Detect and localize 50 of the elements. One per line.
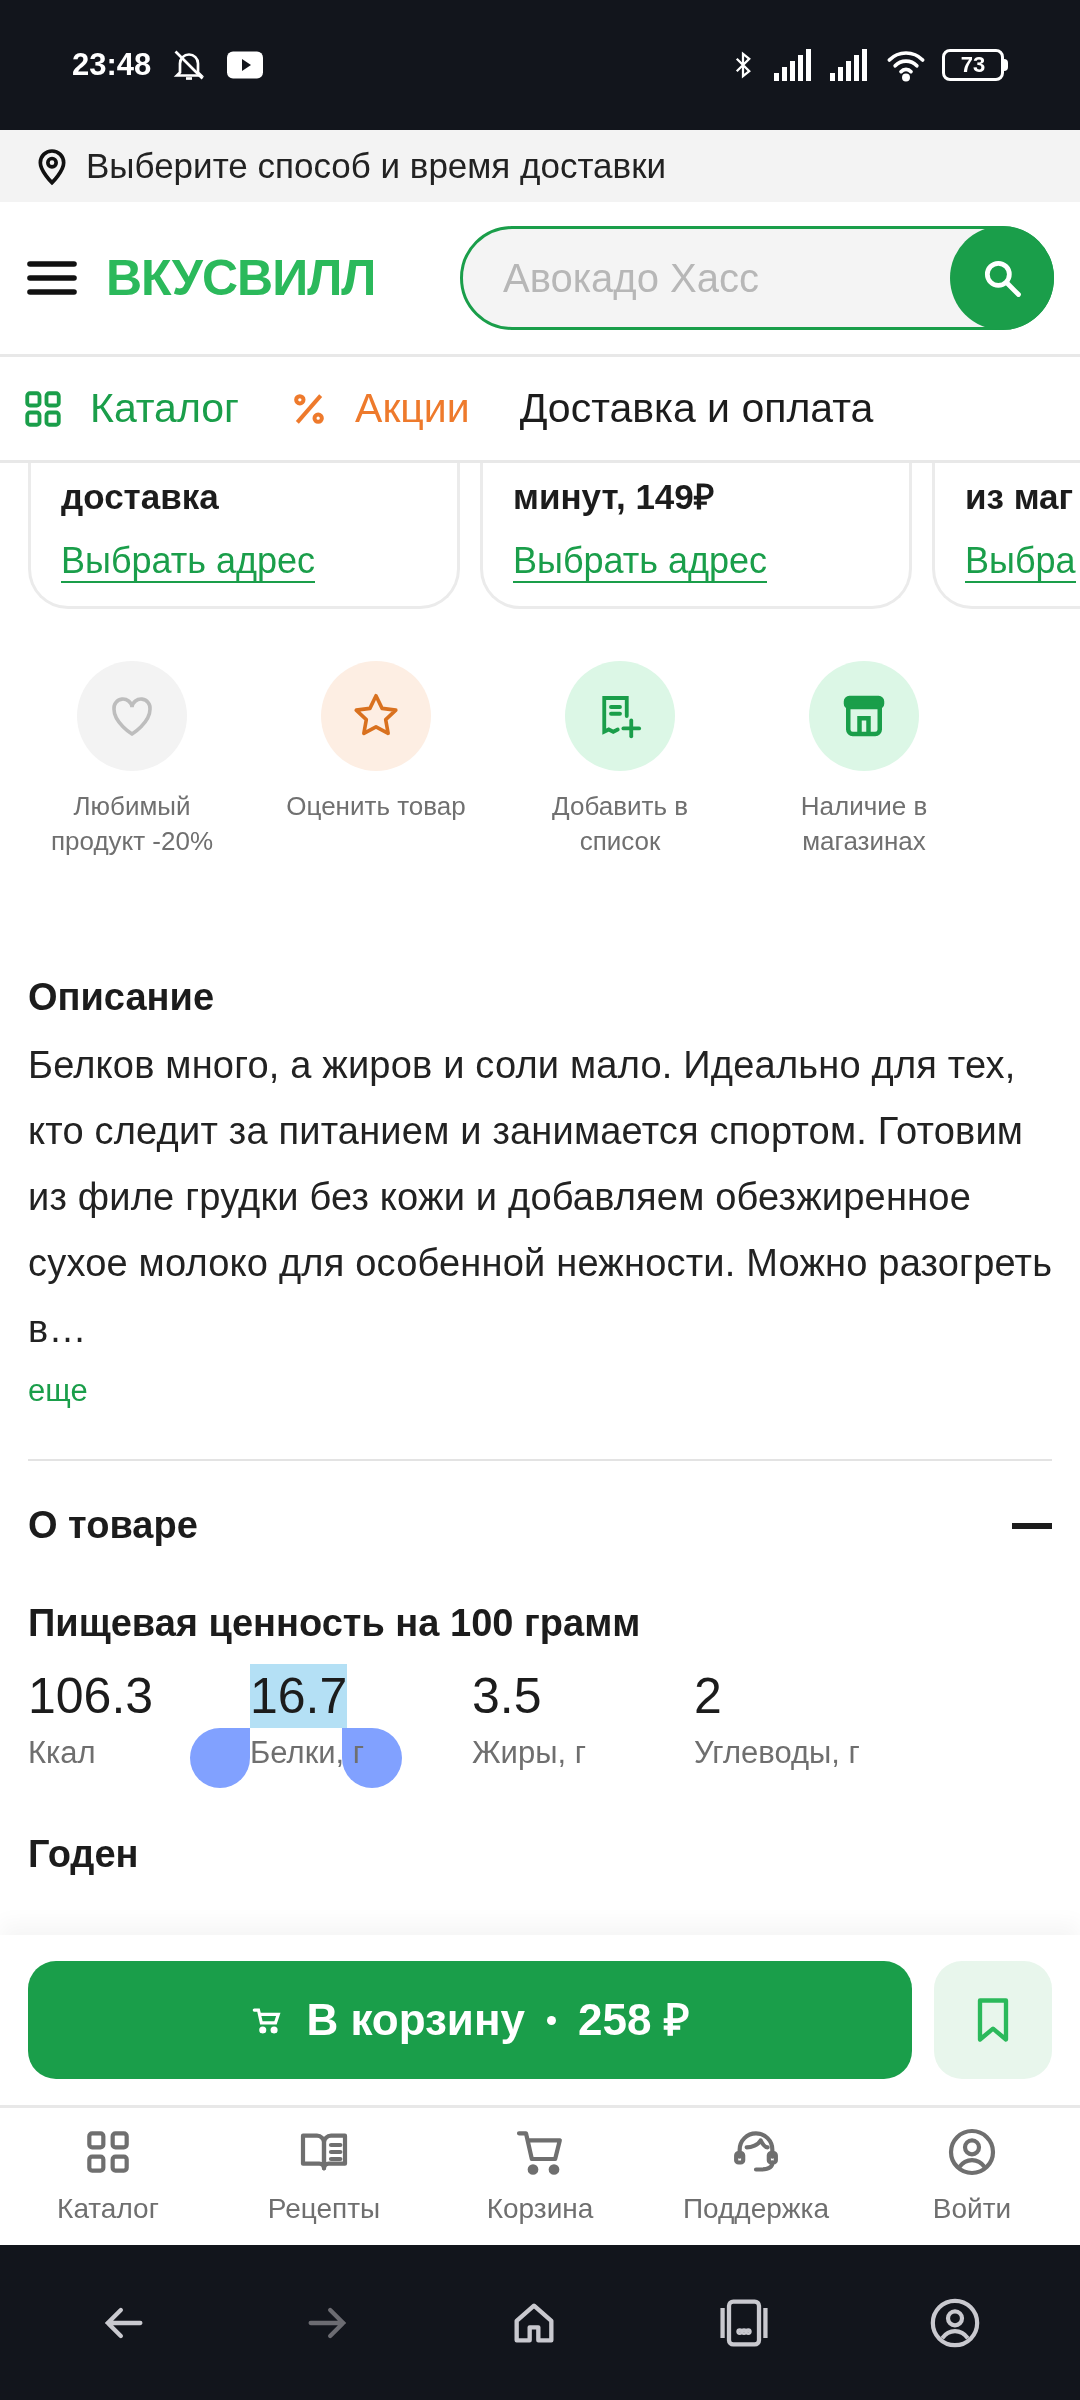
nutrition-label: Белки, г [250,1733,365,1772]
action-button[interactable]: Добавить в список [498,661,742,860]
menu-icon[interactable] [26,258,78,298]
choose-address-link[interactable]: Выбрать адрес [61,539,316,583]
delivery-option-title: минут, 149₽ [513,476,715,518]
nutrition-label: Ккал [28,1733,96,1772]
nutrition-value: 16.7 [250,1663,348,1728]
nutrition-title: Пищевая ценность на 100 грамм [28,1600,642,1646]
nutrition-value: 3.5 [472,1666,542,1726]
tab-bar-item[interactable]: Поддержка [648,2108,864,2245]
nutrition-value: 2 [694,1666,722,1726]
clock: 23:48 [72,45,152,84]
selection-handle[interactable] [342,1727,402,1788]
add-to-cart-button[interactable]: В корзину 258 ₽ [28,1961,912,2079]
about-header[interactable]: О товаре [28,1470,1052,1581]
delivery-option-title: из маг [965,476,1075,518]
selection-handle[interactable] [190,1727,250,1788]
delivery-prompt: Выберите способ и время доставки [86,144,666,187]
delivery-card[interactable]: доставка Выбрать адрес [28,463,460,609]
bookmark-button[interactable] [934,1961,1052,2079]
section-title: Описание [28,975,216,1021]
logo[interactable]: ВКУСВИЛЛ [106,240,376,316]
section-title: Годен [28,1832,140,1878]
nav-link[interactable]: Каталог [22,377,240,440]
delivery-card[interactable]: минут, 149₽ Выбрать адрес [480,463,912,609]
action-button[interactable]: Оценить товар [254,661,498,860]
signal-icon [774,49,814,81]
choose-address-link[interactable]: Выбрать адрес [513,539,768,583]
more-link[interactable]: еще [28,1368,88,1415]
delivery-bar[interactable]: Выберите способ и время доставки [0,130,1080,202]
nav-link[interactable]: Доставка и оплата [519,377,874,440]
tab-bar-item[interactable]: Рецепты [216,2108,432,2245]
nav-link[interactable]: Акции [289,377,470,440]
action-button[interactable]: Наличие в магазинах [742,661,986,860]
wifi-icon [886,48,926,82]
description-text: Белков много, а жиров и соли мало. Идеально для тех, кто следит за питанием и занимается спортом. Готовим из филе грудки без кожи и добавляем обезжиренное сухое молоко для особенной нежности. Можно разогреть в… [28,1043,1054,1353]
search-field[interactable]: Авокадо Хасс [463,248,950,308]
nutrition-label: Жиры, г [472,1733,586,1772]
nutrition-label: Углеводы, г [694,1733,860,1772]
delivery-card[interactable]: из маг Выбра [932,463,1080,609]
delivery-option-title: доставка [61,476,220,518]
choose-address-link[interactable]: Выбра [965,539,1076,583]
tab-bar-item[interactable]: Каталог [0,2108,216,2245]
video-icon [227,51,264,79]
tab-bar-item[interactable]: Войти [864,2108,1080,2245]
search-bar[interactable]: Авокадо Хасс [460,226,1054,330]
action-button[interactable]: Любимый продукт -20% [10,661,254,860]
signal-icon [830,49,870,81]
nutrition-value: 106.3 [28,1666,154,1726]
tab-bar-item[interactable]: Корзина [432,2108,648,2245]
